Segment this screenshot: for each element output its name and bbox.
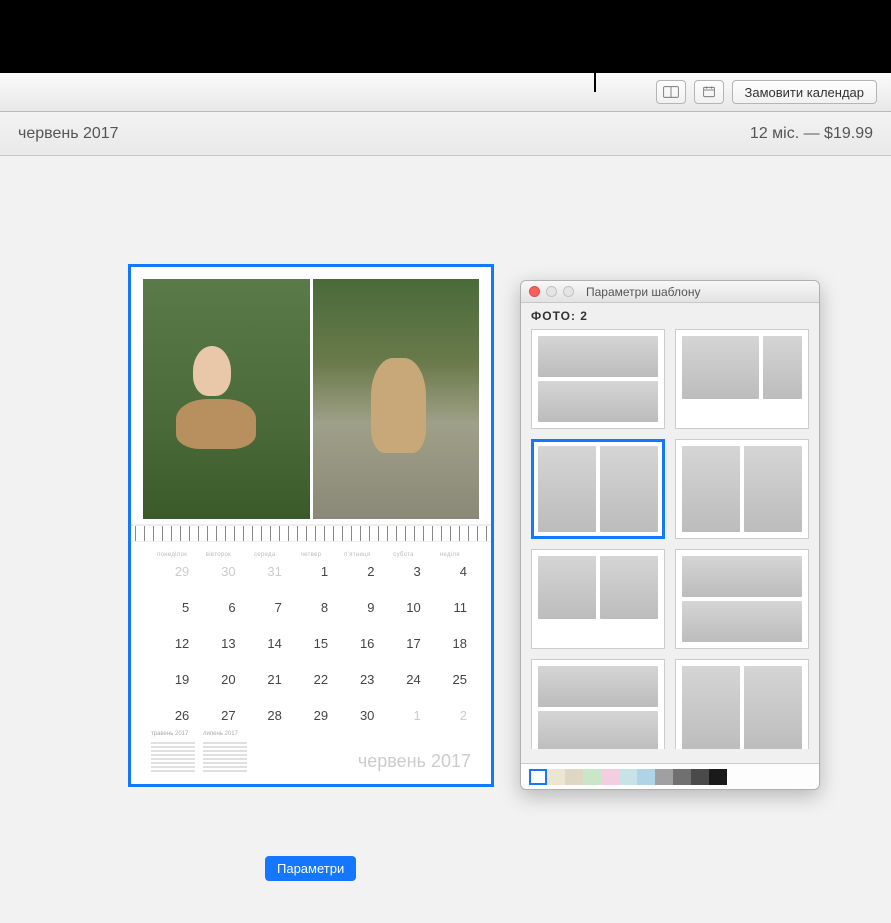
day-cell[interactable]: 24 bbox=[380, 668, 426, 704]
layout-option[interactable] bbox=[675, 329, 809, 429]
info-bar: червень 2017 12 міс. — $19.99 bbox=[0, 112, 891, 156]
day-cell[interactable]: 5 bbox=[149, 596, 195, 632]
popover-title-text: Параметри шаблону bbox=[586, 285, 700, 299]
day-cell[interactable]: 23 bbox=[334, 668, 380, 704]
help-callout-area bbox=[0, 0, 891, 73]
day-cell[interactable]: 25 bbox=[427, 668, 473, 704]
weekday-label: субота bbox=[380, 552, 426, 558]
layout-option[interactable] bbox=[531, 659, 665, 749]
calendar-page-icon bbox=[701, 85, 717, 99]
day-cell[interactable]: 19 bbox=[149, 668, 195, 704]
single-page-button[interactable] bbox=[694, 80, 724, 104]
day-cell[interactable]: 4 bbox=[427, 560, 473, 596]
order-calendar-button[interactable]: Замовити календар bbox=[732, 80, 878, 104]
weekday-label: понеділок bbox=[149, 552, 195, 558]
day-cell[interactable]: 2 bbox=[427, 704, 473, 740]
layout-option[interactable] bbox=[675, 659, 809, 749]
day-cell[interactable]: 2 bbox=[334, 560, 380, 596]
photo-slot-2[interactable] bbox=[313, 279, 480, 519]
day-cell[interactable]: 28 bbox=[242, 704, 288, 740]
photo-count-label: ФОТО: 2 bbox=[521, 303, 819, 329]
zoom-icon bbox=[563, 286, 574, 297]
day-cell[interactable]: 12 bbox=[149, 632, 195, 668]
day-cell[interactable]: 29 bbox=[149, 560, 195, 596]
toolbar: Замовити календар bbox=[0, 73, 891, 112]
weekday-label: вівторок bbox=[195, 552, 241, 558]
layout-option[interactable] bbox=[675, 549, 809, 649]
day-cell[interactable]: 30 bbox=[195, 560, 241, 596]
day-cell[interactable]: 20 bbox=[195, 668, 241, 704]
color-swatch[interactable] bbox=[619, 769, 637, 785]
day-cell[interactable]: 8 bbox=[288, 596, 334, 632]
mini-months bbox=[151, 740, 247, 772]
photo-area bbox=[131, 267, 491, 524]
day-cell[interactable]: 10 bbox=[380, 596, 426, 632]
day-cell[interactable]: 16 bbox=[334, 632, 380, 668]
color-swatch[interactable] bbox=[529, 769, 547, 785]
layout-option[interactable] bbox=[531, 329, 665, 429]
popover-titlebar: Параметри шаблону bbox=[521, 281, 819, 303]
weekday-label: неділя bbox=[427, 552, 473, 558]
color-swatch[interactable] bbox=[547, 769, 565, 785]
layout-options-popover: Параметри шаблону ФОТО: 2 bbox=[520, 280, 820, 790]
weekday-label: середа bbox=[242, 552, 288, 558]
day-cell[interactable]: 17 bbox=[380, 632, 426, 668]
month-title: червень 2017 bbox=[18, 125, 119, 143]
spiral-binding bbox=[131, 524, 491, 542]
mini-month-prev bbox=[151, 740, 195, 772]
day-cell[interactable]: 1 bbox=[288, 560, 334, 596]
color-swatch-row bbox=[521, 763, 819, 789]
calendar-grid: понеділоквівтороксередачетверпʼятницясуб… bbox=[131, 542, 491, 784]
duration-price: 12 міс. — $19.99 bbox=[750, 125, 873, 143]
day-cell[interactable]: 30 bbox=[334, 704, 380, 740]
color-swatch[interactable] bbox=[601, 769, 619, 785]
layout-option[interactable] bbox=[675, 439, 809, 539]
spread-view-button[interactable] bbox=[656, 80, 686, 104]
day-cell[interactable]: 18 bbox=[427, 632, 473, 668]
layout-option[interactable] bbox=[531, 439, 665, 539]
layout-option[interactable] bbox=[531, 549, 665, 649]
day-cell[interactable]: 7 bbox=[242, 596, 288, 632]
photo-slot-1[interactable] bbox=[143, 279, 310, 519]
workspace: понеділоквівтороксередачетверпʼятницясуб… bbox=[0, 156, 891, 923]
day-cell[interactable]: 9 bbox=[334, 596, 380, 632]
color-swatch[interactable] bbox=[583, 769, 601, 785]
spread-icon bbox=[663, 85, 679, 99]
day-cell[interactable]: 29 bbox=[288, 704, 334, 740]
layout-grid bbox=[521, 329, 819, 749]
color-swatch[interactable] bbox=[673, 769, 691, 785]
color-swatch[interactable] bbox=[655, 769, 673, 785]
weekday-label: четвер bbox=[288, 552, 334, 558]
minimize-icon bbox=[546, 286, 557, 297]
day-cell[interactable]: 15 bbox=[288, 632, 334, 668]
day-cell[interactable]: 1 bbox=[380, 704, 426, 740]
color-swatch[interactable] bbox=[709, 769, 727, 785]
calendar-page-preview[interactable]: понеділоквівтороксередачетверпʼятницясуб… bbox=[128, 264, 494, 787]
mini-month-next bbox=[203, 740, 247, 772]
color-swatch[interactable] bbox=[691, 769, 709, 785]
params-button[interactable]: Параметри bbox=[265, 856, 356, 881]
color-swatch[interactable] bbox=[637, 769, 655, 785]
day-cell[interactable]: 22 bbox=[288, 668, 334, 704]
day-cell[interactable]: 13 bbox=[195, 632, 241, 668]
weekday-label: пʼятниця bbox=[334, 552, 380, 558]
callout-line bbox=[594, 12, 596, 92]
month-footer-label: червень 2017 bbox=[358, 751, 471, 772]
day-cell[interactable]: 14 bbox=[242, 632, 288, 668]
window-controls bbox=[529, 286, 574, 297]
day-cell[interactable]: 21 bbox=[242, 668, 288, 704]
close-icon[interactable] bbox=[529, 286, 540, 297]
day-cell[interactable]: 11 bbox=[427, 596, 473, 632]
day-cell[interactable]: 3 bbox=[380, 560, 426, 596]
day-cell[interactable]: 31 bbox=[242, 560, 288, 596]
day-cell[interactable]: 6 bbox=[195, 596, 241, 632]
color-swatch[interactable] bbox=[565, 769, 583, 785]
